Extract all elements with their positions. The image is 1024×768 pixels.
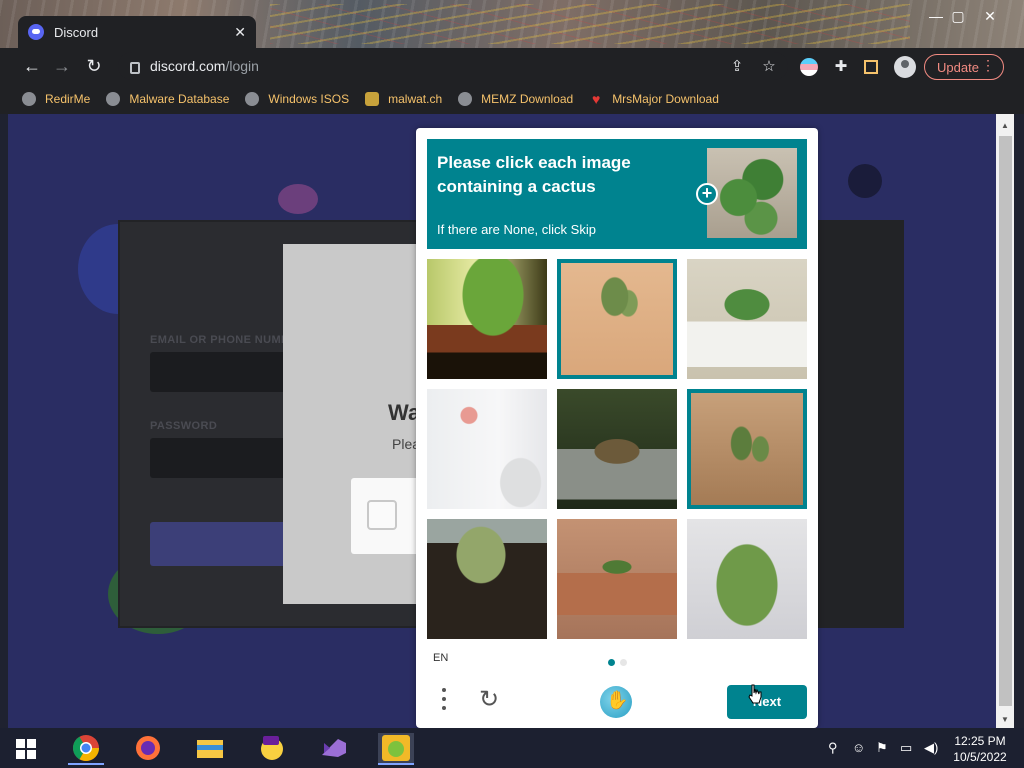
- profile-avatar[interactable]: [894, 56, 916, 78]
- pagination-dot-active: [608, 659, 615, 666]
- bookmark-mrsmajor-download[interactable]: ♥ MrsMajor Download: [589, 92, 719, 106]
- language-selector[interactable]: EN: [433, 652, 448, 664]
- captcha-tile-3[interactable]: [687, 259, 807, 379]
- angry-birds-icon[interactable]: [378, 733, 414, 765]
- mouse-cursor-icon: [748, 684, 762, 704]
- lock-icon: [130, 62, 140, 74]
- scroll-down-icon[interactable]: ▼: [996, 712, 1014, 728]
- update-label: Update: [937, 59, 979, 75]
- bookmark-windows-isos[interactable]: Windows ISOS: [245, 92, 349, 106]
- background-illustration: [278, 184, 318, 214]
- messages-tray-icon[interactable]: ☺: [852, 740, 865, 755]
- sidebar-icon[interactable]: [864, 60, 878, 74]
- password-label: PASSWORD: [150, 420, 218, 432]
- search-tray-icon[interactable]: ⚲: [828, 740, 838, 756]
- globe-icon: [458, 92, 473, 106]
- url-path: /login: [225, 58, 259, 74]
- captcha-prompt-subtitle: If there are None, click Skip: [437, 222, 596, 237]
- captcha-tile-1[interactable]: [427, 259, 547, 379]
- url-host: discord.com: [150, 58, 226, 74]
- bookmark-star-icon[interactable]: ☆: [760, 58, 778, 76]
- reference-cactus-image: [707, 148, 797, 238]
- globe-icon: [22, 92, 36, 106]
- menu-kebab-icon[interactable]: ⋮: [981, 57, 995, 74]
- next-button[interactable]: Next: [727, 685, 807, 719]
- person-icon: [365, 92, 380, 106]
- captcha-menu-icon[interactable]: [436, 688, 452, 714]
- bookmark-label: Windows ISOS: [268, 92, 350, 106]
- bookmark-label: malwat.ch: [388, 92, 443, 106]
- system-clock[interactable]: 12:25 PM 10/5/2022: [950, 733, 1010, 765]
- reload-icon[interactable]: ↻: [84, 56, 104, 76]
- tab-title: Discord: [54, 24, 99, 40]
- back-icon[interactable]: ←: [22, 56, 42, 76]
- pagination-dot: [620, 659, 627, 666]
- bookmark-label: MrsMajor Download: [612, 92, 719, 106]
- forward-icon[interactable]: →: [52, 56, 72, 76]
- bookmark-memz-download[interactable]: MEMZ Download: [458, 92, 573, 106]
- captcha-tile-6[interactable]: [687, 389, 807, 509]
- update-button[interactable]: Update ⋮: [924, 54, 1004, 80]
- expand-reference-icon[interactable]: +: [696, 183, 718, 205]
- address-bar[interactable]: discord.com/login: [118, 52, 788, 80]
- heart-icon: ♥: [592, 91, 601, 107]
- captcha-tile-8[interactable]: [557, 519, 677, 639]
- titlebar-wallpaper-art: [270, 4, 910, 44]
- captcha-checkbox[interactable]: [367, 500, 397, 530]
- captcha-tile-9[interactable]: [687, 519, 807, 639]
- scrollbar-thumb[interactable]: [999, 136, 1012, 706]
- file-explorer-icon[interactable]: [192, 733, 228, 765]
- bookmarks-bar: RedirMe Malware Database Windows ISOS ma…: [0, 84, 1024, 114]
- bookmark-label: MEMZ Download: [481, 92, 574, 106]
- discord-favicon-icon: [28, 24, 44, 40]
- extension-flag-icon[interactable]: [800, 58, 818, 76]
- volume-icon[interactable]: ◀): [924, 740, 938, 756]
- yahoo-messenger-icon[interactable]: [254, 733, 290, 765]
- browser-tab-discord[interactable]: Discord ✕: [18, 16, 256, 48]
- scroll-up-icon[interactable]: ▲: [996, 118, 1014, 134]
- globe-icon: [106, 92, 121, 106]
- captcha-tile-7[interactable]: [427, 519, 547, 639]
- globe-icon: [245, 92, 260, 106]
- clock-date: 10/5/2022: [953, 750, 1007, 764]
- background-illustration: [848, 164, 882, 198]
- extensions-puzzle-icon[interactable]: ✚: [832, 58, 850, 76]
- bookmark-malware-database[interactable]: Malware Database: [106, 92, 229, 106]
- start-icon[interactable]: [16, 739, 36, 759]
- refresh-challenge-icon[interactable]: ↻: [477, 688, 501, 712]
- bookmark-redirme[interactable]: RedirMe: [22, 92, 90, 106]
- captcha-prompt-title: Please click each image containing a cac…: [437, 153, 631, 196]
- share-icon[interactable]: ⇪: [728, 58, 746, 76]
- maximize-button[interactable]: ▢: [944, 6, 972, 26]
- captcha-tile-5[interactable]: [557, 389, 677, 509]
- hcaptcha-logo-icon: [600, 686, 632, 718]
- visual-studio-icon[interactable]: [316, 733, 352, 765]
- tab-close-icon[interactable]: ✕: [234, 24, 246, 41]
- network-icon[interactable]: ▭: [900, 740, 912, 756]
- chrome-icon[interactable]: [68, 733, 104, 765]
- action-center-flag-icon[interactable]: ⚑: [876, 740, 888, 756]
- captcha-tile-2[interactable]: [557, 259, 677, 379]
- bookmark-label: Malware Database: [129, 92, 230, 106]
- captcha-tile-4[interactable]: [427, 389, 547, 509]
- bookmark-malwatch[interactable]: malwat.ch: [365, 92, 442, 106]
- clock-time: 12:25 PM: [954, 734, 1006, 748]
- close-window-button[interactable]: ✕: [976, 6, 1004, 26]
- firefox-icon[interactable]: [130, 733, 166, 765]
- bookmark-label: RedirMe: [45, 92, 91, 106]
